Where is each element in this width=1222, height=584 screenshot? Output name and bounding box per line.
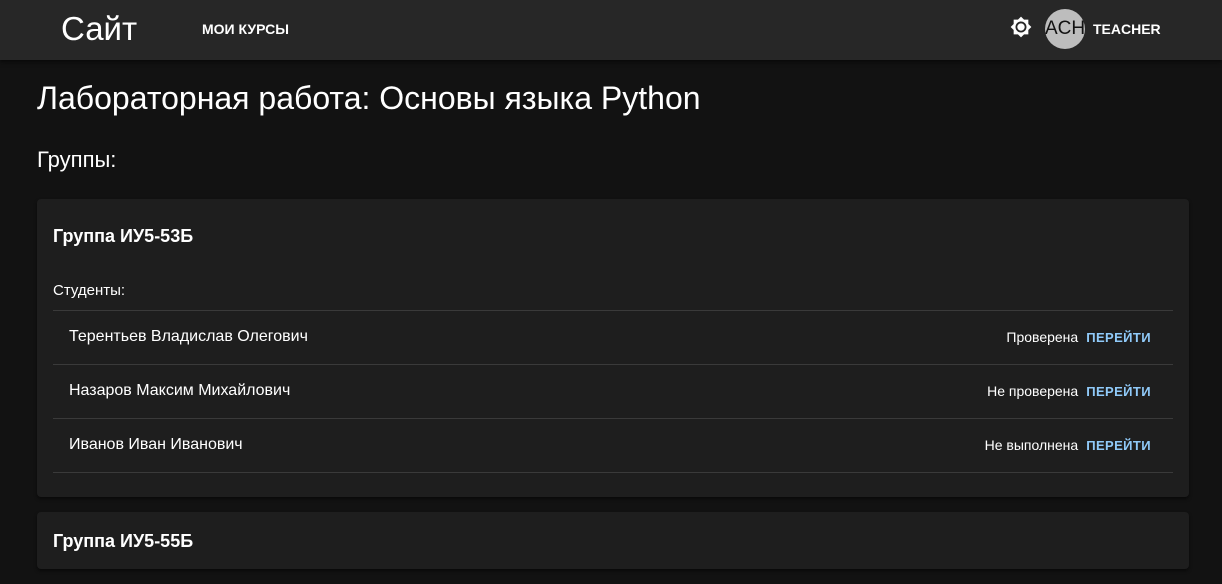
student-name: Терентьев Владислав Олегович (69, 328, 308, 345)
student-row: Терентьев Владислав Олегович Проверена П… (53, 311, 1173, 365)
app-bar: Сайт МОИ КУРСЫ ACH TEACHER (0, 0, 1222, 60)
student-name: Назаров Максим Михайлович (69, 382, 291, 399)
goto-button[interactable]: ПЕРЕЙТИ (1080, 380, 1157, 403)
goto-button[interactable]: ПЕРЕЙТИ (1080, 326, 1157, 349)
students-list: Терентьев Владислав Олегович Проверена П… (53, 310, 1173, 473)
group-title: Группа ИУ5-53Б (53, 226, 194, 246)
student-row: Иванов Иван Иванович Не выполнена ПЕРЕЙТ… (53, 419, 1173, 473)
status-label: Не выполнена (984, 437, 1079, 453)
student-row-actions: Не проверена ПЕРЕЙТИ (987, 365, 1157, 417)
students-label: Студенты: (53, 282, 126, 299)
nav-my-courses-button[interactable]: МОИ КУРСЫ (191, 12, 300, 46)
page-title: Лабораторная работа: Основы языка Python (37, 80, 701, 116)
student-row-actions: Проверена ПЕРЕЙТИ (1006, 311, 1157, 363)
user-menu-button[interactable]: TEACHER (1089, 12, 1165, 46)
site-title-link[interactable]: Сайт (61, 10, 137, 48)
goto-button[interactable]: ПЕРЕЙТИ (1080, 434, 1157, 457)
student-row-actions: Не выполнена ПЕРЕЙТИ (985, 419, 1157, 471)
groups-heading: Группы: (37, 147, 117, 172)
status-label: Проверена (1006, 329, 1079, 345)
student-row: Назаров Максим Михайлович Не проверена П… (53, 365, 1173, 419)
avatar[interactable]: ACH (1045, 9, 1085, 49)
brightness-icon (1010, 16, 1032, 43)
group-card-iu5-55b[interactable]: Группа ИУ5-55Б (37, 512, 1189, 569)
theme-toggle-button[interactable] (1005, 12, 1037, 46)
student-name: Иванов Иван Иванович (69, 436, 243, 453)
group-card-iu5-53b: Группа ИУ5-53Б Студенты: Терентьев Влади… (37, 199, 1189, 497)
group-title: Группа ИУ5-55Б (53, 531, 194, 551)
status-label: Не проверена (987, 383, 1079, 399)
